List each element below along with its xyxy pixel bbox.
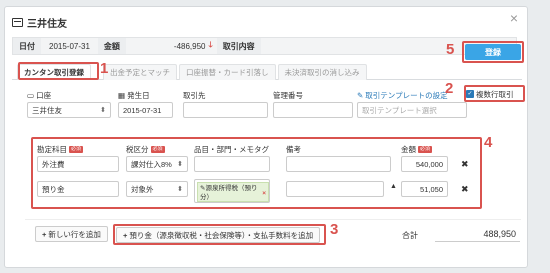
triangle-icon: ▲ bbox=[390, 183, 397, 190]
close-icon[interactable]: × bbox=[510, 10, 518, 26]
line1-account-input[interactable]: 外注費 bbox=[37, 156, 119, 172]
select-arrow-icon: ⬍ bbox=[100, 107, 106, 114]
divider bbox=[25, 219, 521, 220]
plus-icon: + bbox=[42, 229, 47, 239]
line2-account-input[interactable]: 預り金 bbox=[37, 181, 119, 197]
required-badge: 必須 bbox=[418, 146, 433, 153]
transaction-info-bar: 日付 2015-07-31 金額 -486,950 🡓 取引内容 bbox=[12, 37, 517, 55]
multi-line-label: 複数行取引 bbox=[476, 89, 514, 99]
edit-icon: ✎ bbox=[357, 91, 364, 100]
mgmt-label: 管理番号 bbox=[273, 91, 303, 100]
add-row-label: 新しい行を追加 bbox=[48, 229, 101, 239]
annotation-4: 4 bbox=[484, 134, 493, 151]
col-item-header: 品目・部門・メモタグ bbox=[194, 145, 269, 154]
modal-header: 三井住友 bbox=[12, 15, 67, 30]
partner-label: 取引先 bbox=[183, 91, 206, 100]
line2-note-input[interactable] bbox=[286, 181, 384, 197]
occur-date-label: ▦ 発生日 bbox=[118, 90, 150, 101]
tab-transfer-card[interactable]: 口座振替・カード引落し bbox=[179, 64, 276, 80]
annotation-3: 3 bbox=[330, 221, 339, 238]
required-badge: 必須 bbox=[150, 146, 165, 153]
partner-input[interactable] bbox=[183, 102, 268, 118]
account-value: 三井住友 bbox=[32, 105, 62, 115]
modal-title: 三井住友 bbox=[27, 19, 67, 30]
total-value: 488,950 bbox=[435, 227, 520, 242]
content-label: 取引内容 bbox=[216, 38, 261, 54]
account-label-text: 口座 bbox=[36, 91, 52, 100]
card-icon bbox=[12, 18, 23, 27]
date-value: 2015-07-31 bbox=[49, 41, 90, 51]
arrow-down-icon: 🡓 bbox=[208, 40, 213, 49]
col-amount-header: 金額 必須 bbox=[401, 144, 433, 155]
template-link-text: 取引テンプレートの設定 bbox=[365, 91, 448, 100]
add-deposit-button[interactable]: + 預り金（源泉徴収税・社会保険等）・支払手数料を追加 bbox=[116, 227, 321, 243]
line2-amount-input[interactable]: 51,050 bbox=[401, 181, 448, 197]
add-row-button[interactable]: + 新しい行を追加 bbox=[35, 226, 108, 242]
line2-item-input[interactable]: ✎源泉所得税（預り分） × bbox=[194, 179, 270, 203]
calendar-icon: ▦ bbox=[118, 91, 126, 100]
col-tax-text: 税区分 bbox=[126, 145, 149, 154]
transaction-modal: 三井住友 × 日付 2015-07-31 金額 -486,950 🡓 取引内容 … bbox=[4, 6, 528, 268]
col-tax-header: 税区分 必須 bbox=[126, 144, 165, 155]
mgmt-input[interactable] bbox=[273, 102, 353, 118]
line1-tax-select[interactable]: 課対仕入8% ⬍ bbox=[126, 156, 188, 172]
template-select[interactable]: 取引テンプレート選択 bbox=[357, 102, 467, 118]
line1-note-input[interactable] bbox=[286, 156, 391, 172]
col-note-header: 備考 bbox=[286, 145, 301, 154]
template-placeholder: 取引テンプレート選択 bbox=[362, 105, 437, 115]
annotation-2: 2 bbox=[445, 80, 454, 97]
occur-date-label-text: 発生日 bbox=[127, 91, 150, 100]
memo-tag-text: 源泉所得税（預り分） bbox=[200, 185, 258, 201]
annotation-1: 1 bbox=[100, 60, 109, 77]
account-label: ▭ 口座 bbox=[27, 90, 51, 101]
register-button[interactable]: 登録 bbox=[465, 44, 521, 60]
total-label: 合計 bbox=[402, 231, 418, 240]
col-account-text: 勘定科目 bbox=[37, 145, 67, 154]
col-account-header: 勘定科目 必須 bbox=[37, 144, 84, 155]
amount-value: -486,950 bbox=[173, 41, 206, 51]
tab-unsettled[interactable]: 未決済取引の消し込み bbox=[277, 64, 367, 80]
tab-highlight bbox=[18, 62, 99, 80]
date-label: 日付 bbox=[13, 38, 41, 54]
required-badge: 必須 bbox=[69, 146, 84, 153]
line1-delete-icon[interactable]: ✖ bbox=[461, 159, 469, 170]
occur-date-input[interactable]: 2015-07-31 bbox=[118, 102, 173, 118]
multi-line-checkbox[interactable]: ✓ 複数行取引 bbox=[466, 87, 522, 101]
line1-item-input[interactable] bbox=[194, 156, 270, 172]
line1-amount-input[interactable]: 540,000 bbox=[401, 156, 448, 172]
bank-icon: ▭ bbox=[27, 91, 35, 100]
checkbox-checked-icon: ✓ bbox=[466, 90, 474, 98]
annotation-5: 5 bbox=[446, 41, 455, 58]
line2-tax-select[interactable]: 対象外 ⬍ bbox=[126, 181, 188, 197]
line2-delete-icon[interactable]: ✖ bbox=[461, 184, 469, 195]
select-arrow-icon: ⬍ bbox=[177, 186, 183, 193]
add-deposit-label: 預り金（源泉徴収税・社会保険等）・支払手数料を追加 bbox=[129, 230, 314, 240]
amount-label: 金額 bbox=[97, 38, 126, 54]
tab-match-outgoing[interactable]: 出金予定とマッチ bbox=[103, 64, 177, 80]
col-amount-text: 金額 bbox=[401, 145, 416, 154]
memo-tag: ✎源泉所得税（預り分） × bbox=[197, 182, 269, 202]
plus-icon: + bbox=[123, 230, 128, 240]
line1-tax-value: 課対仕入8% bbox=[131, 159, 172, 169]
select-arrow-icon: ⬍ bbox=[177, 161, 183, 168]
line2-tax-value: 対象外 bbox=[131, 184, 154, 194]
account-select[interactable]: 三井住友 ⬍ bbox=[27, 102, 111, 118]
template-link[interactable]: ✎ 取引テンプレートの設定 bbox=[357, 90, 448, 101]
remove-tag-icon[interactable]: × bbox=[262, 189, 266, 198]
